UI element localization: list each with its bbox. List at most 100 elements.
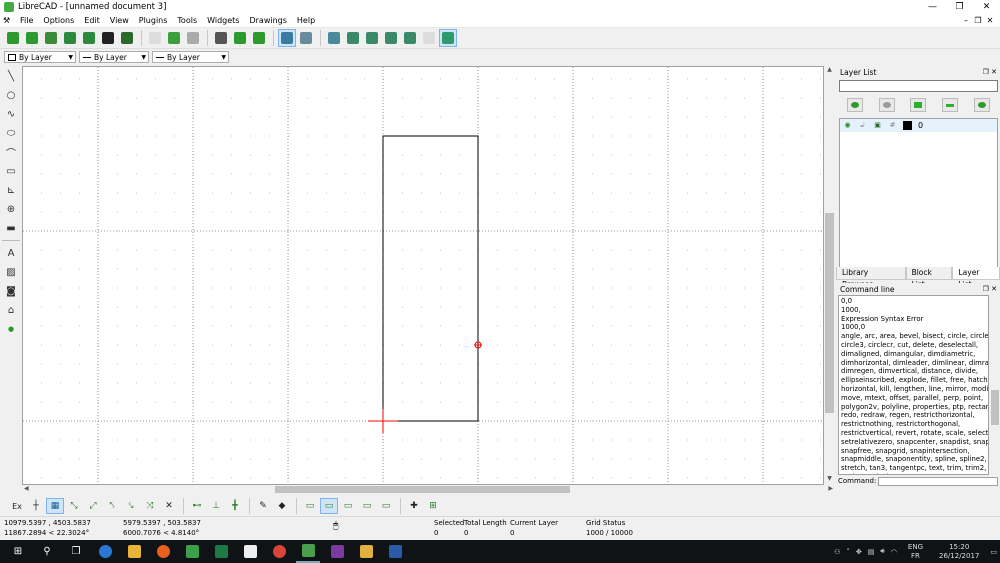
mdi-restore-button[interactable]: ❐ (972, 16, 984, 25)
select-pointer-icon[interactable] (146, 29, 164, 47)
tab-layer-list[interactable]: Layer List (952, 267, 1000, 289)
menu-help[interactable]: Help (292, 16, 320, 25)
snap-on-entity-icon[interactable]: ⤢ (84, 498, 102, 514)
zoom-window-icon[interactable] (420, 29, 438, 47)
menu-edit[interactable]: Edit (79, 16, 105, 25)
snap-endpoint-icon[interactable]: ⤡ (65, 498, 83, 514)
menu-plugins[interactable]: Plugins (134, 16, 173, 25)
notification-icon[interactable]: ▭ (990, 548, 997, 556)
snap-middle-icon[interactable]: ⤥ (122, 498, 140, 514)
cut-icon[interactable] (212, 29, 230, 47)
view-screen-3-icon[interactable]: ▭ (339, 498, 357, 514)
restore-button[interactable]: ❐ (946, 0, 973, 14)
draft-mode-icon[interactable] (297, 29, 315, 47)
copy-icon[interactable] (165, 29, 183, 47)
chrome-icon[interactable] (267, 540, 291, 563)
tab-library-browser[interactable]: Library Browser (836, 267, 906, 289)
text-tool-icon[interactable]: A (2, 244, 20, 262)
mdi-close-button[interactable]: ✕ (984, 16, 996, 25)
hatch-tool-icon[interactable]: ▨ (2, 263, 20, 281)
linetype-select[interactable]: By Layer ▼ (152, 51, 229, 63)
search-icon[interactable]: ⚲ (35, 540, 59, 563)
restrict-horizontal-icon[interactable]: ⊷ (188, 498, 206, 514)
word-icon[interactable] (383, 540, 407, 563)
menu-tools[interactable]: Tools (172, 16, 202, 25)
windows-start-icon[interactable]: ⊞ (6, 540, 30, 563)
construction-icon[interactable]: # (888, 121, 897, 130)
add-layer-icon[interactable] (910, 98, 927, 112)
restrict-orthogonal-icon[interactable]: ╋ (226, 498, 244, 514)
tab-block-list[interactable]: Block List (905, 267, 953, 289)
horizontal-scrollbar[interactable]: ◀ ▶ (22, 485, 835, 494)
add-block-icon[interactable]: ✚ (405, 498, 423, 514)
chevron-up-icon[interactable]: ˄ (846, 548, 850, 556)
document-icon[interactable]: ⚒ (3, 16, 13, 25)
command-history-scrollbar[interactable] (990, 295, 1000, 475)
minimize-button[interactable]: — (919, 0, 946, 14)
panel-float-close-icon[interactable]: ❐ ✕ (983, 68, 997, 76)
printer-icon[interactable]: ▣ (873, 121, 882, 130)
scroll-right-icon[interactable]: ▶ (828, 485, 833, 492)
dropbox-icon[interactable]: ✥ (856, 548, 862, 556)
print-preview-icon[interactable] (118, 29, 136, 47)
layer-filter-input[interactable] (839, 80, 998, 92)
zoom-in-icon[interactable] (344, 29, 362, 47)
task-view-icon[interactable]: ❐ (64, 540, 88, 563)
block-tool-icon[interactable]: ⌂ (2, 301, 20, 319)
menu-drawings[interactable]: Drawings (244, 16, 291, 25)
layer-color-swatch[interactable] (903, 121, 912, 130)
linewidth-select[interactable]: By Layer ▼ (79, 51, 149, 63)
image-tool-icon[interactable]: ◙ (2, 282, 20, 300)
paste-disabled-icon[interactable] (184, 29, 202, 47)
menu-options[interactable]: Options (38, 16, 79, 25)
eye-icon[interactable]: ◉ (843, 121, 852, 130)
menu-file[interactable]: File (15, 16, 38, 25)
edit-layer-icon[interactable] (974, 98, 991, 112)
polyline-tool-icon[interactable]: ⌒ (2, 143, 20, 161)
point-tool-icon[interactable]: ● (2, 320, 20, 338)
exclusive-snap-button[interactable]: Ex (8, 498, 26, 514)
circle-tool-icon[interactable]: ○ (2, 86, 20, 104)
zoom-pan-icon[interactable] (439, 29, 457, 47)
scroll-up-icon[interactable]: ▲ (824, 66, 835, 76)
insert-block-icon[interactable]: ⊞ (424, 498, 442, 514)
select-tool-icon[interactable]: ▭ (2, 162, 20, 180)
save-icon[interactable] (61, 29, 79, 47)
new-from-template-icon[interactable] (23, 29, 41, 47)
firefox-icon[interactable] (151, 540, 175, 563)
line-tool-icon[interactable]: ╲ (2, 67, 20, 85)
new-file-icon[interactable] (4, 29, 22, 47)
scroll-left-icon[interactable]: ◀ (24, 485, 29, 492)
drawing-canvas[interactable] (22, 66, 824, 485)
menu-widgets[interactable]: Widgets (202, 16, 244, 25)
zoom-auto-icon[interactable] (382, 29, 400, 47)
ellipse-tool-icon[interactable]: ⬭ (2, 124, 20, 142)
hide-all-layers-icon[interactable] (878, 98, 895, 112)
grid-toggle-icon[interactable] (278, 29, 296, 47)
measure-tool-icon[interactable]: ▬ (2, 219, 20, 237)
scroll-down-icon[interactable]: ▼ (824, 475, 835, 485)
view-screen-5-icon[interactable]: ▭ (377, 498, 395, 514)
vertical-scroll-thumb[interactable] (825, 213, 834, 413)
network-icon[interactable]: ▤ (868, 548, 875, 556)
clock[interactable]: 15:20 26/12/2017 (939, 543, 979, 561)
file-explorer-icon[interactable] (122, 540, 146, 563)
app-purple-icon[interactable] (325, 540, 349, 563)
print-icon[interactable] (99, 29, 117, 47)
freehand-tool-icon[interactable]: ∿ (2, 105, 20, 123)
save-as-icon[interactable] (80, 29, 98, 47)
scroll-thumb[interactable] (991, 390, 999, 425)
copy-block-icon[interactable] (231, 29, 249, 47)
mail-icon[interactable] (238, 540, 262, 563)
snap-intersection-icon[interactable]: ✕ (160, 498, 178, 514)
snap-center-icon[interactable]: ⤣ (103, 498, 121, 514)
close-button[interactable]: ✕ (973, 0, 1000, 14)
color-select[interactable]: By Layer ▼ (4, 51, 76, 63)
command-input[interactable] (878, 476, 998, 486)
restrict-vertical-icon[interactable]: ⊥ (207, 498, 225, 514)
mdi-minimize-button[interactable]: – (960, 16, 972, 25)
paste-block-icon[interactable] (250, 29, 268, 47)
language-indicator[interactable]: ENG FR (908, 543, 923, 561)
table-row[interactable]: ◉ 🔓︎ ▣ # 0 (840, 119, 997, 132)
view-screen-2-icon[interactable]: ▭ (320, 498, 338, 514)
